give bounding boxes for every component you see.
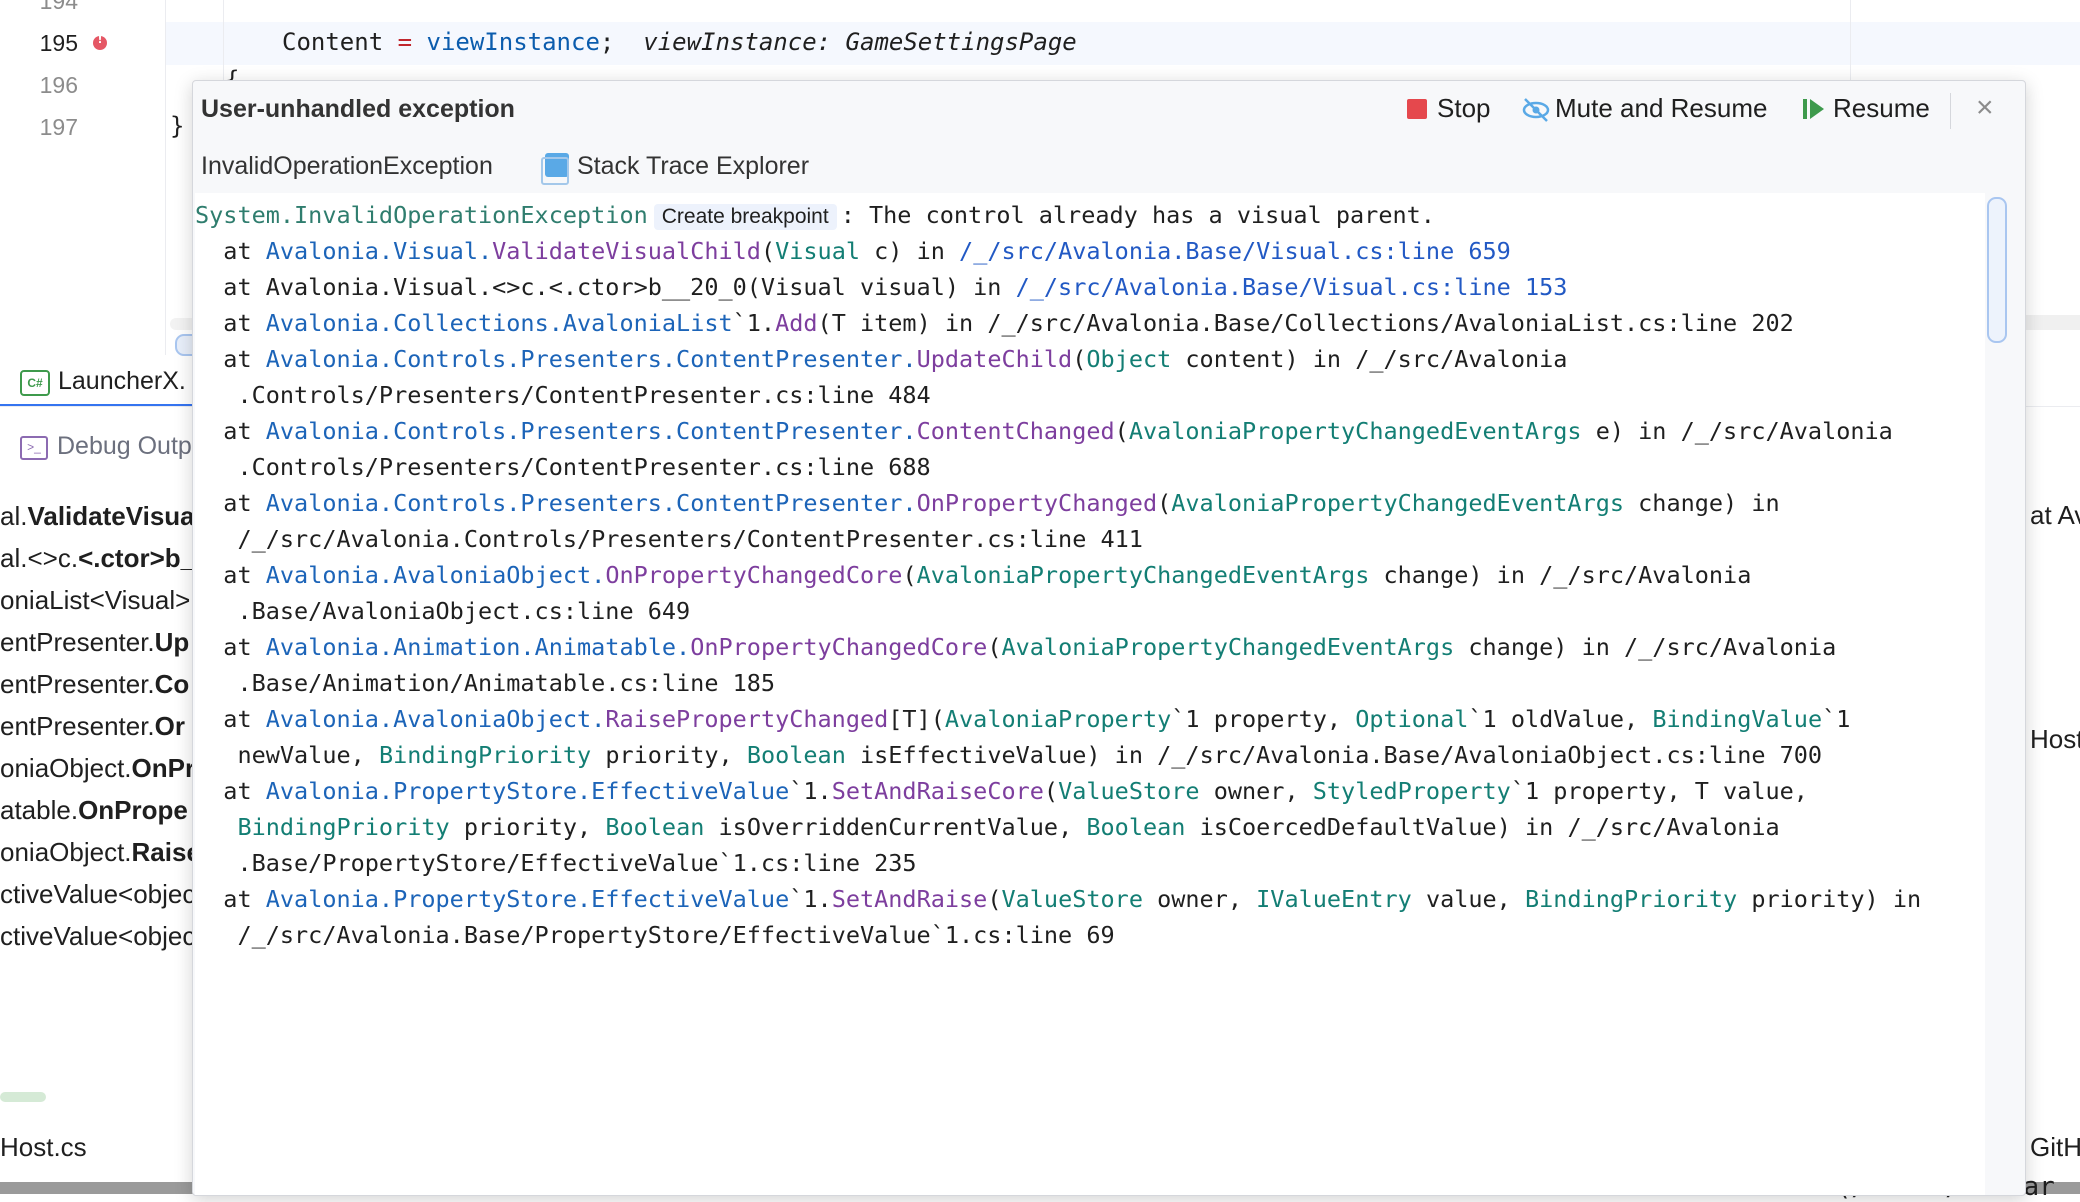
trace-line: at Avalonia.Visual.<>c.<.ctor>b__20_0(Vi… [195,273,1568,301]
exception-type-label: InvalidOperationException [201,152,493,180]
debug-frames-list: al.ValidateVisua al.<>c.<.ctor>b_ oniaLi… [0,485,195,1085]
mute-breakpoint-icon[interactable] [1521,95,1551,125]
right-panel-fragment: HostS [2030,724,2080,754]
frame-item[interactable]: ctiveValue<objec [0,879,195,910]
trace-line: System.InvalidOperationException Create b… [195,201,1435,230]
code-token: viewInstance [412,28,600,56]
popup-title: User-unhandled exception [201,95,515,123]
host-file-tab[interactable]: Host.cs [0,1132,87,1163]
trace-line: at Avalonia.Controls.Presenters.ContentP… [195,345,1568,373]
trace-line-continuation: .Base/Animation/Animatable.cs:line 185 [195,669,776,697]
trace-line-continuation: /_/src/Avalonia.Controls/Presenters/Cont… [195,525,1143,553]
right-panel-fragment: at Av [2030,500,2080,530]
frame-item[interactable]: entPresenter.Or [0,711,185,742]
create-breakpoint-button[interactable]: Create breakpoint [653,204,837,230]
resume-button[interactable]: Resume [1833,93,1930,124]
trace-line-continuation: BindingPriority priority, Boolean isOver… [237,813,1780,841]
stop-icon[interactable] [1407,99,1427,119]
csharp-file-icon: C# [20,370,50,396]
frame-item[interactable]: al.<>c.<.ctor>b_ [0,543,195,574]
trace-line: at Avalonia.AvaloniaObject.OnPropertyCha… [195,561,1752,589]
debug-output-tab[interactable]: Debug Outp [57,432,192,461]
trace-line: at Avalonia.PropertyStore.EffectiveValue… [195,885,1922,913]
frame-item[interactable]: oniaList<Visual> [0,585,190,616]
trace-line-continuation: .Controls/Presenters/ContentPresenter.cs… [195,453,931,481]
trace-vertical-scrollbar[interactable] [1987,197,2007,343]
code-line-195[interactable]: Content = viewInstance; viewInstance: Ga… [282,28,1077,56]
close-icon[interactable]: × [1976,91,1994,125]
trace-line-continuation: .Base/PropertyStore/EffectiveValue`1.cs:… [195,849,917,877]
file-tab-label: LauncherX. [58,367,186,395]
resume-icon[interactable] [1803,97,1825,121]
frame-item[interactable]: al.ValidateVisua [0,501,195,532]
frame-item[interactable]: ctiveValue<objec [0,921,195,952]
line-number: 194 [39,0,78,14]
trace-line-continuation: /_/src/Avalonia.Base/PropertyStore/Effec… [195,921,1115,949]
debug-horizontal-scrollbar[interactable] [0,1092,46,1102]
mute-and-resume-button[interactable]: Mute and Resume [1555,93,1767,124]
console-icon: >_ [20,436,48,460]
right-panel-fragment: GitHu [2030,1132,2080,1162]
frame-item[interactable]: oniaObject.Raise [0,837,195,868]
line-number: 197 [39,114,78,140]
breakpoint-error-icon[interactable] [93,33,107,50]
source-link[interactable]: /_/src/Avalonia.Base/Visual.cs:line 659 [959,237,1511,265]
frame-item[interactable]: oniaObject.OnPr [0,753,195,784]
trace-line-continuation: .Base/AvaloniaObject.cs:line 649 [195,597,691,625]
stack-trace-view[interactable]: System.InvalidOperationException Create b… [195,193,1985,1195]
stack-trace-explorer-link[interactable]: Stack Trace Explorer [577,152,809,181]
stop-button[interactable]: Stop [1437,93,1491,124]
frame-item[interactable]: entPresenter.Co [0,669,189,700]
frame-item[interactable]: entPresenter.Up [0,627,189,658]
code-line-197[interactable]: } [170,112,184,140]
trace-line-continuation: .Controls/Presenters/ContentPresenter.cs… [195,381,931,409]
inlay-hint: viewInstance: GameSettingsPage [643,28,1077,56]
trace-line: at Avalonia.Controls.Presenters.ContentP… [195,417,1893,445]
trace-line: at Avalonia.AvaloniaObject.RaiseProperty… [195,705,1851,733]
trace-line-continuation: newValue, BindingPriority priority, Bool… [195,741,1823,769]
frame-item[interactable]: atable.OnPrope [0,795,188,826]
trace-line: at Avalonia.Controls.Presenters.ContentP… [195,489,1780,517]
code-operator: = [397,28,413,56]
source-link[interactable]: /_/src/Avalonia.Base/Visual.cs:line 153 [1016,273,1568,301]
line-number: 196 [39,72,78,98]
toolbar-divider [1950,93,1951,129]
trace-line: at Avalonia.Collections.AvaloniaList`1.A… [195,309,1794,337]
code-token: Content [282,28,398,56]
trace-line: at Avalonia.PropertyStore.EffectiveValue… [195,777,1808,805]
trace-line: at Avalonia.Animation.Animatable.OnPrope… [195,633,1837,661]
trace-line: at Avalonia.Visual.ValidateVisualChild(V… [195,237,1511,265]
exception-popup: User-unhandled exception Stop Mute and R… [192,80,2026,1196]
stack-trace-explorer-icon[interactable] [541,153,569,185]
line-number-current: 195 [39,30,78,56]
code-token: ; [599,28,644,56]
